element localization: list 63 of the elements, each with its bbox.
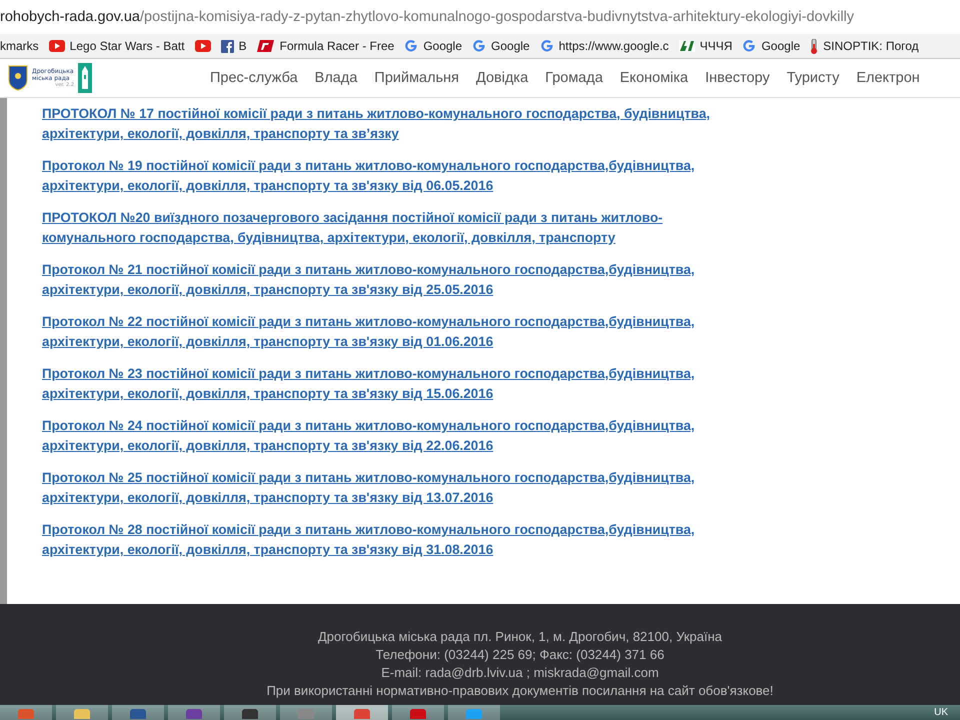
footer-text: При використанні нормативно-правових документів посилання на сайт обов'язкове! <box>266 682 774 700</box>
g-letter-icon <box>404 39 418 53</box>
nav-link[interactable]: Довідка <box>476 70 528 86</box>
url-path: /postijna-komisiya-rady-z-pytan-zhytlovo-komunalnogo-gospodarstva-budivnytstva-arhitektury-ekologiyi-dovkilly <box>140 9 854 25</box>
nav-link[interactable]: Прес-служба <box>210 70 298 86</box>
bookmark[interactable]: Formula Racer - Free <box>256 39 394 53</box>
document-link[interactable]: Протокол № 25 постійної комісії ради з питань житлово-комунального господарства,будівництва, архітектури, екології, довкілля, транспорту та зв'язку від 13.07.2016 <box>42 468 732 508</box>
taskbar-button[interactable] <box>224 705 276 720</box>
taskbar-button[interactable] <box>112 705 164 720</box>
video-icon <box>194 40 211 52</box>
thermometer-icon <box>810 38 818 54</box>
document-link[interactable]: ПРОТОКОЛ № 17 постійної комісії ради з питань житлово-комунального господарства, будівництва, архітектури, екології, довкілля, транспорту та зв’язку <box>42 104 732 144</box>
bookmark[interactable]: Google <box>472 39 530 53</box>
footer-text: E-mail: rada@drb.lviv.ua ; miskrada@gmail.com <box>380 664 659 682</box>
document-link[interactable]: Протокол № 23 постійної комісії ради з питань житлово-комунального господарства,будівництва, архітектури, екології, довкілля, транспорту та зв'язку від 15.06.2016 <box>42 364 732 404</box>
nav-link[interactable]: Економіка <box>620 70 688 86</box>
bookmark[interactable]: SINOPTIK: Погод <box>810 38 919 54</box>
g-letter-icon <box>472 39 486 53</box>
taskbar-button[interactable] <box>168 705 220 720</box>
app-icon <box>410 709 426 719</box>
g-letter-icon <box>540 39 554 53</box>
taskbar-button[interactable] <box>392 705 444 720</box>
facebook-icon <box>220 40 234 52</box>
nav-link[interactable]: Електрон <box>856 70 920 86</box>
bookmark[interactable]: Google <box>742 39 800 53</box>
document-link[interactable]: Протокол № 21 постійної комісії ради з питань житлово-комунального господарства,будівництва, архітектури, екології, довкілля, транспорту та зв'язку від 25.05.2016 <box>42 260 732 300</box>
address-bar[interactable]: rohobych-rada.gov.ua/postijna-komisiya-rady-z-pytan-zhytlovo-komunalnogo-gospodarstva-budivnytstva-arhitektury-ekologiyi-dovkilly <box>0 0 960 34</box>
bookmark[interactable] <box>194 40 211 52</box>
nav-link[interactable]: Влада <box>314 70 358 86</box>
nav-link[interactable]: Інвестору <box>705 70 770 86</box>
g-letter-icon <box>742 39 756 53</box>
app-icon <box>18 709 34 719</box>
video-icon <box>48 40 65 52</box>
document-link[interactable]: Протокол № 28 постійної комісії ради з питань житлово-комунального господарства,будівництва, архітектури, екології, довкілля, транспорту та зв'язку від 31.08.2016 <box>42 520 732 560</box>
app-icon <box>466 709 482 719</box>
app-icon <box>186 709 202 719</box>
crest-icon <box>8 65 28 91</box>
tower-icon <box>78 63 92 93</box>
url-domain: rohobych-rada.gov.ua <box>0 9 140 25</box>
taskbar-button[interactable] <box>56 705 108 720</box>
nav-link[interactable]: Громада <box>545 70 603 86</box>
document-link[interactable]: ПРОТОКОЛ №20 виїздного позачергового засідання постійної комісії ради з питань житлово-комунального господарства, будівництва, архітектури, екології, довкілля, транспорту <box>42 208 732 248</box>
footer-text: Дрогобицька міська рада пл. Ринок, 1, м. Дрогобич, 82100, Україна <box>316 628 722 646</box>
bookmark[interactable]: Google <box>404 39 462 53</box>
bookmark[interactable]: ЧЧЧЯ <box>678 39 732 53</box>
document-link[interactable]: Протокол № 24 постійної комісії ради з питань житлово-комунального господарства,будівництва, архітектури, екології, довкілля, транспорту та зв'язку від 22.06.2016 <box>42 416 732 456</box>
document-link[interactable]: Протокол № 19 постійної комісії ради з питань житлово-комунального господарства,будівництва, архітектури, екології, довкілля, транспорту та зв'язку від 06.05.2016 <box>42 156 732 196</box>
app-icon <box>242 709 258 719</box>
nav-link[interactable]: Туристу <box>786 70 840 86</box>
taskbar-button[interactable] <box>336 705 388 720</box>
app-icon <box>74 709 90 719</box>
bookmark[interactable]: Lego Star Wars - Batt <box>48 39 185 53</box>
footer-text: Телефони: (03244) 225 69; Факс: (03244) 371 66 <box>374 646 664 664</box>
bookmark[interactable]: B <box>220 39 247 53</box>
bookmark[interactable]: https://www.google.c <box>540 39 669 53</box>
bookmark[interactable]: kmarks <box>0 39 39 53</box>
language-indicator[interactable]: UK <box>934 705 948 720</box>
app-icon <box>298 709 314 719</box>
nav-link[interactable]: Приймальня <box>374 70 459 86</box>
document-link[interactable]: Протокол № 22 постійної комісії ради з питань житлово-комунального господарства,будівництва, архітектури, екології, довкілля, транспорту та зв'язку від 01.06.2016 <box>42 312 732 352</box>
app-icon <box>130 709 146 719</box>
app-icon <box>354 709 370 719</box>
racer-icon <box>256 40 275 52</box>
